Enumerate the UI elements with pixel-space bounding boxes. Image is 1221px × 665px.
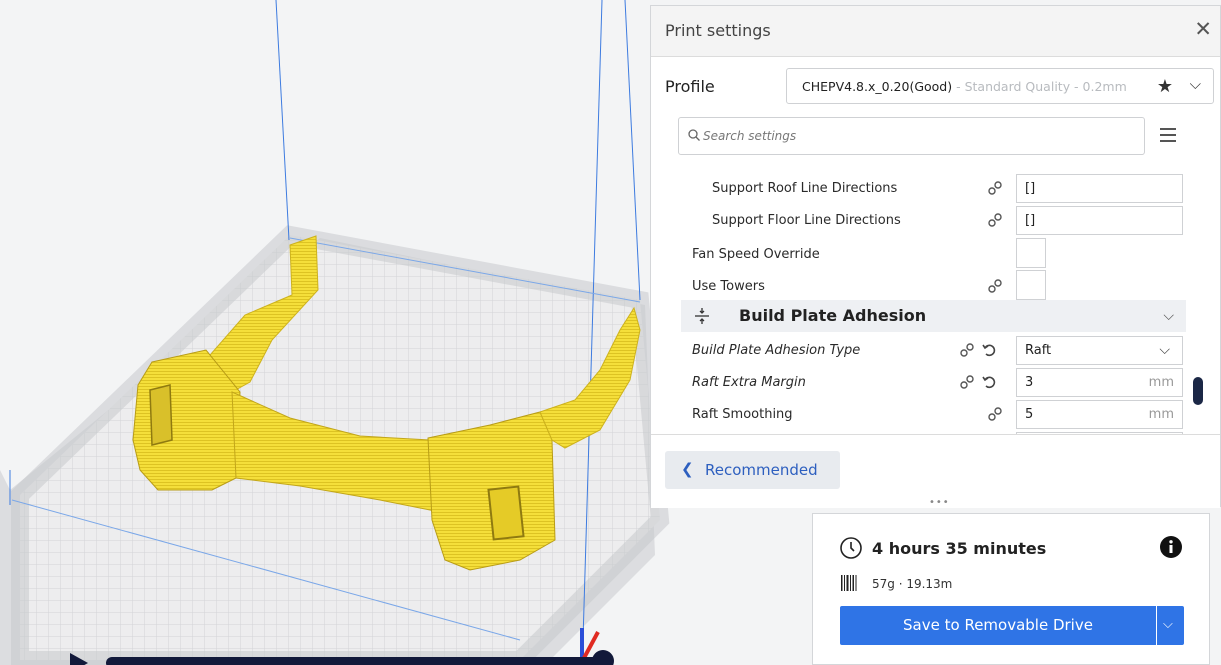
chevron-down-icon: ⌵ [1163,308,1174,324]
chevron-down-icon: ⌵ [1163,617,1173,632]
search-settings-input[interactable]: Search settings [678,117,1145,155]
layer-slider-track[interactable] [106,657,606,665]
save-options-dropdown[interactable]: ⌵ [1157,606,1184,645]
panel-title: Print settings [665,21,771,40]
raft-smoothing-field[interactable]: 5 mm [1016,400,1183,429]
category-build-plate-adhesion[interactable]: Build Plate Adhesion ⌵ [681,300,1186,332]
recommended-label: Recommended [705,461,818,479]
link-icon[interactable] [959,342,975,358]
resize-handle[interactable]: ••• [929,497,950,508]
recommended-button[interactable]: ❮ Recommended [665,451,840,489]
chevron-down-icon: ⌵ [1189,75,1201,93]
print-settings-panel: Print settings ✕ Profile CHEPV4.8.x_0.20… [650,5,1221,508]
setting-support-roof-line-directions: Support Roof Line Directions [] [681,172,1186,204]
link-icon[interactable] [987,212,1003,228]
chevron-down-icon: ⌵ [1159,342,1170,358]
link-icon[interactable] [987,278,1003,294]
raft-extra-margin-field[interactable]: 3 mm [1016,368,1183,397]
reset-icon[interactable] [981,374,997,390]
star-icon[interactable]: ★ [1157,76,1173,97]
setting-label: Build Plate Adhesion Type [692,343,861,358]
link-icon[interactable] [987,406,1003,422]
play-icon[interactable] [70,653,88,665]
settings-menu-icon[interactable] [1157,124,1179,146]
setting-build-plate-adhesion-type: Build Plate Adhesion Type Raft ⌵ [681,334,1186,366]
setting-label: Support Floor Line Directions [712,213,901,228]
chevron-left-icon: ❮ [681,460,694,478]
support-floor-line-directions-field[interactable]: [] [1016,206,1183,235]
setting-label: Raft Extra Margin [692,375,806,390]
save-label: Save to Removable Drive [903,616,1093,634]
clock-icon [840,537,862,559]
support-roof-line-directions-field[interactable]: [] [1016,174,1183,203]
category-label: Build Plate Adhesion [739,306,927,325]
profile-name: CHEPV4.8.x_0.20(Good) - Standard Quality… [802,79,1127,94]
settings-list[interactable]: Support Roof Line Directions [] Support … [681,168,1186,434]
link-icon[interactable] [987,180,1003,196]
save-to-removable-drive-button[interactable]: Save to Removable Drive [840,606,1156,645]
setting-label: Use Towers [692,279,765,294]
reset-icon[interactable] [981,342,997,358]
setting-label: Raft Smoothing [692,407,793,422]
panel-header: Print settings ✕ [651,6,1220,57]
setting-raft-smoothing: Raft Smoothing 5 mm [681,398,1186,430]
settings-scrollbar[interactable] [1193,377,1203,405]
adhesion-type-select[interactable]: Raft ⌵ [1016,336,1183,365]
profile-label: Profile [665,77,715,96]
adhesion-icon [695,308,709,324]
material-icon [841,575,857,591]
profile-description: - Standard Quality - 0.2mm [952,79,1127,94]
setting-label: Fan Speed Override [692,247,820,262]
fan-speed-override-checkbox[interactable] [1016,238,1046,268]
profile-dropdown[interactable]: CHEPV4.8.x_0.20(Good) - Standard Quality… [786,68,1214,104]
setting-use-towers: Use Towers [681,270,1186,302]
setting-raft-extra-margin: Raft Extra Margin 3 mm [681,366,1186,398]
material-usage: 57g · 19.13m [872,577,953,591]
search-icon [688,129,700,141]
close-button[interactable]: ✕ [1194,17,1212,41]
panel-footer: ❮ Recommended ••• [651,434,1220,508]
setting-label: Support Roof Line Directions [712,181,898,196]
search-placeholder: Search settings [703,129,797,143]
link-icon[interactable] [959,374,975,390]
print-output-panel: 4 hours 35 minutes 57g · 19.13m Save to … [812,513,1210,665]
setting-support-floor-line-directions: Support Floor Line Directions [] [681,204,1186,236]
setting-fan-speed-override: Fan Speed Override [681,238,1186,270]
info-icon[interactable] [1159,535,1183,559]
print-time: 4 hours 35 minutes [872,539,1047,558]
layer-slider-handle[interactable] [592,650,614,665]
build-volume-line [275,0,290,241]
use-towers-checkbox[interactable] [1016,270,1046,300]
